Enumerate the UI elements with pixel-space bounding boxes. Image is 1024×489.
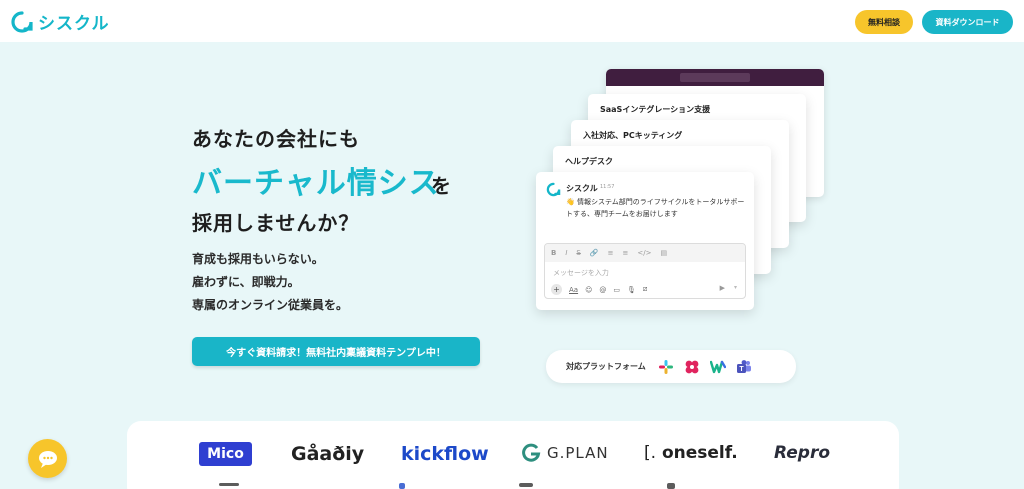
bullet-list-icon[interactable]: ≡ (622, 249, 628, 257)
brand-name: シスクル (38, 14, 110, 34)
plus-icon[interactable]: + (551, 284, 562, 295)
brand-logo[interactable]: シスクル (10, 9, 110, 34)
link-icon[interactable]: 🔗 (590, 249, 599, 257)
chevron-down-icon[interactable]: ▾ (734, 284, 737, 291)
message-composer[interactable]: B I S 🔗 ≡ ≡ </> ▤ メッセージを入力 + Aa ☺ @ ▭ 🎙 … (544, 243, 746, 299)
client-logo-mico: Mico (199, 442, 252, 466)
request-document-cta-button[interactable]: 今すぐ資料請求！無料社内稟議資料テンプレ中！ (192, 337, 480, 366)
microphone-icon[interactable]: 🎙 (627, 286, 636, 294)
shortcut-icon[interactable]: ⧄ (643, 285, 647, 294)
formatting-toolbar: B I S 🔗 ≡ ≡ </> ▤ (545, 244, 745, 262)
feature-item: 雇わずに、即戦力。 (192, 275, 300, 289)
emoji-icon[interactable]: ☺ (585, 286, 592, 294)
client-logos-strip: Mico Gåaðiy kickflow G.PLAN [. oneself. … (127, 421, 899, 489)
client-logo-repro: Repro (774, 443, 831, 463)
teams-icon: T (736, 359, 751, 373)
client-logo-gplan: G.PLAN (521, 443, 609, 463)
message-sender: シスクル (566, 184, 598, 193)
hero-heading-highlight: バーチャル情シス (192, 166, 440, 201)
client-logo-oneself-text: oneself. (661, 443, 738, 463)
workplace-icon (685, 360, 699, 373)
ordered-list-icon[interactable]: ≡ (608, 249, 614, 257)
chat-bubble-icon (38, 450, 57, 468)
site-header: シスクル 無料相談 資料ダウンロード (0, 0, 1024, 42)
client-logo-kickflow: kickflow (401, 443, 489, 465)
window-search-bar (680, 73, 750, 82)
message-body: 👋 情報システム部門のライフサイクルをトータルサポートする、専門チームをお届けし… (566, 198, 745, 218)
service-card-title: ヘルプデスク (565, 157, 613, 166)
window-titlebar (606, 69, 824, 86)
code-block-icon[interactable]: ▤ (660, 249, 667, 257)
sender-avatar-icon (546, 182, 561, 197)
slack-icon (658, 359, 673, 374)
italic-icon[interactable]: I (565, 249, 567, 257)
oneself-bracket-icon: [. (644, 443, 657, 463)
bold-icon[interactable]: B (551, 249, 556, 257)
chat-support-button[interactable] (28, 439, 67, 478)
message-input[interactable]: メッセージを入力 (553, 268, 609, 278)
message-time: 11:57 (600, 184, 615, 190)
video-icon[interactable]: ▭ (613, 286, 620, 294)
client-logo-oneself: [. oneself. (644, 443, 738, 463)
service-card-title: SaaSインテグレーション支援 (600, 105, 711, 114)
service-card-title: 入社対応、PCキッティング (583, 131, 683, 140)
strikethrough-icon[interactable]: S (576, 249, 580, 257)
mention-icon[interactable]: @ (599, 286, 606, 294)
chat-message-card: シスクル 11:57 👋 情報システム部門のライフサイクルをトータルサポートする… (536, 172, 754, 310)
free-consultation-button[interactable]: 無料相談 (855, 10, 913, 34)
client-logo-gaudiy: Gåaðiy (291, 443, 365, 465)
gplan-mark-icon (522, 443, 541, 462)
composer-actions: + Aa ☺ @ ▭ 🎙 ⧄ (551, 284, 647, 295)
hero-heading-line1: あなたの会社にも (192, 127, 360, 151)
works-icon (709, 360, 726, 373)
next-row-logo-fragment (399, 483, 405, 489)
client-logo-gplan-text: G.PLAN (547, 444, 609, 462)
platforms-label: 対応プラットフォーム (566, 362, 646, 371)
hero-heading-line3: 採用しませんか？ (192, 211, 360, 235)
feature-list: 育成も採用もいらない。 雇わずに、即戦力。 専属のオンライン従業員を。 (192, 248, 348, 317)
send-icon[interactable]: ▶ (720, 284, 725, 292)
next-row-logo-fragment (219, 483, 239, 486)
next-row-logo-fragment (667, 483, 675, 489)
supported-platforms: 対応プラットフォーム T (546, 350, 796, 383)
next-row-logo-fragment (519, 483, 533, 487)
code-icon[interactable]: </> (637, 249, 651, 257)
feature-item: 育成も採用もいらない。 (192, 252, 324, 266)
svg-text:T: T (739, 366, 744, 373)
text-format-icon[interactable]: Aa (569, 286, 578, 294)
feature-item: 専属のオンライン従業員を。 (192, 298, 349, 312)
logo-mark-icon (11, 10, 33, 33)
hero-heading-suffix: を (431, 174, 451, 198)
document-download-button[interactable]: 資料ダウンロード (922, 10, 1013, 34)
